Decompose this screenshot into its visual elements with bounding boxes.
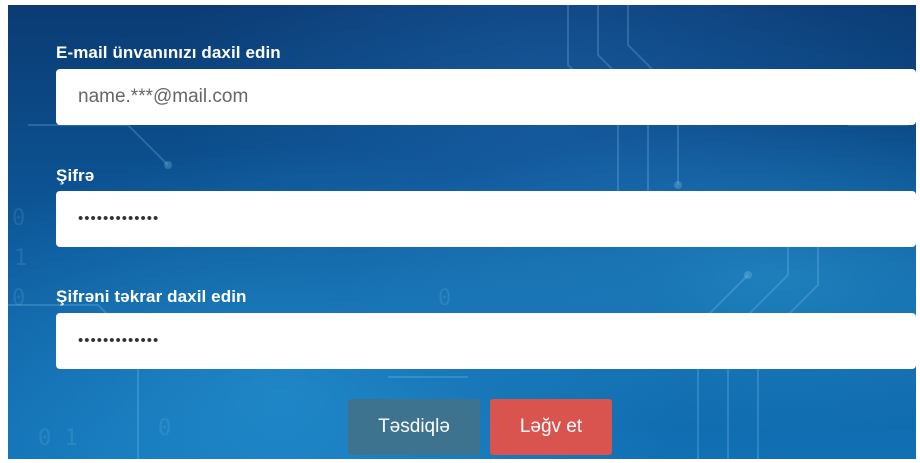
email-input[interactable] bbox=[56, 69, 916, 125]
password-repeat-input[interactable]: ••••••••••••• bbox=[56, 313, 916, 369]
svg-text:0 1: 0 1 bbox=[38, 426, 78, 451]
email-label: E-mail ünvanınızı daxil edin bbox=[56, 43, 281, 62]
confirm-button[interactable]: Təsdiqlə bbox=[348, 399, 480, 455]
svg-text:1: 1 bbox=[14, 246, 27, 271]
password-repeat-label: Şifrəni təkrar daxil edin bbox=[56, 287, 247, 306]
registration-panel: 0 1 0 0 1 0 0 0 E-mail ünvanınızı daxil … bbox=[8, 5, 916, 459]
svg-text:0: 0 bbox=[158, 416, 171, 441]
svg-text:0: 0 bbox=[12, 206, 25, 231]
password-input[interactable]: ••••••••••••• bbox=[56, 191, 916, 247]
password-label: Şifrə bbox=[56, 166, 95, 185]
svg-text:0: 0 bbox=[12, 286, 25, 311]
cancel-button[interactable]: Ləğv et bbox=[490, 399, 612, 455]
svg-text:0: 0 bbox=[438, 286, 451, 311]
